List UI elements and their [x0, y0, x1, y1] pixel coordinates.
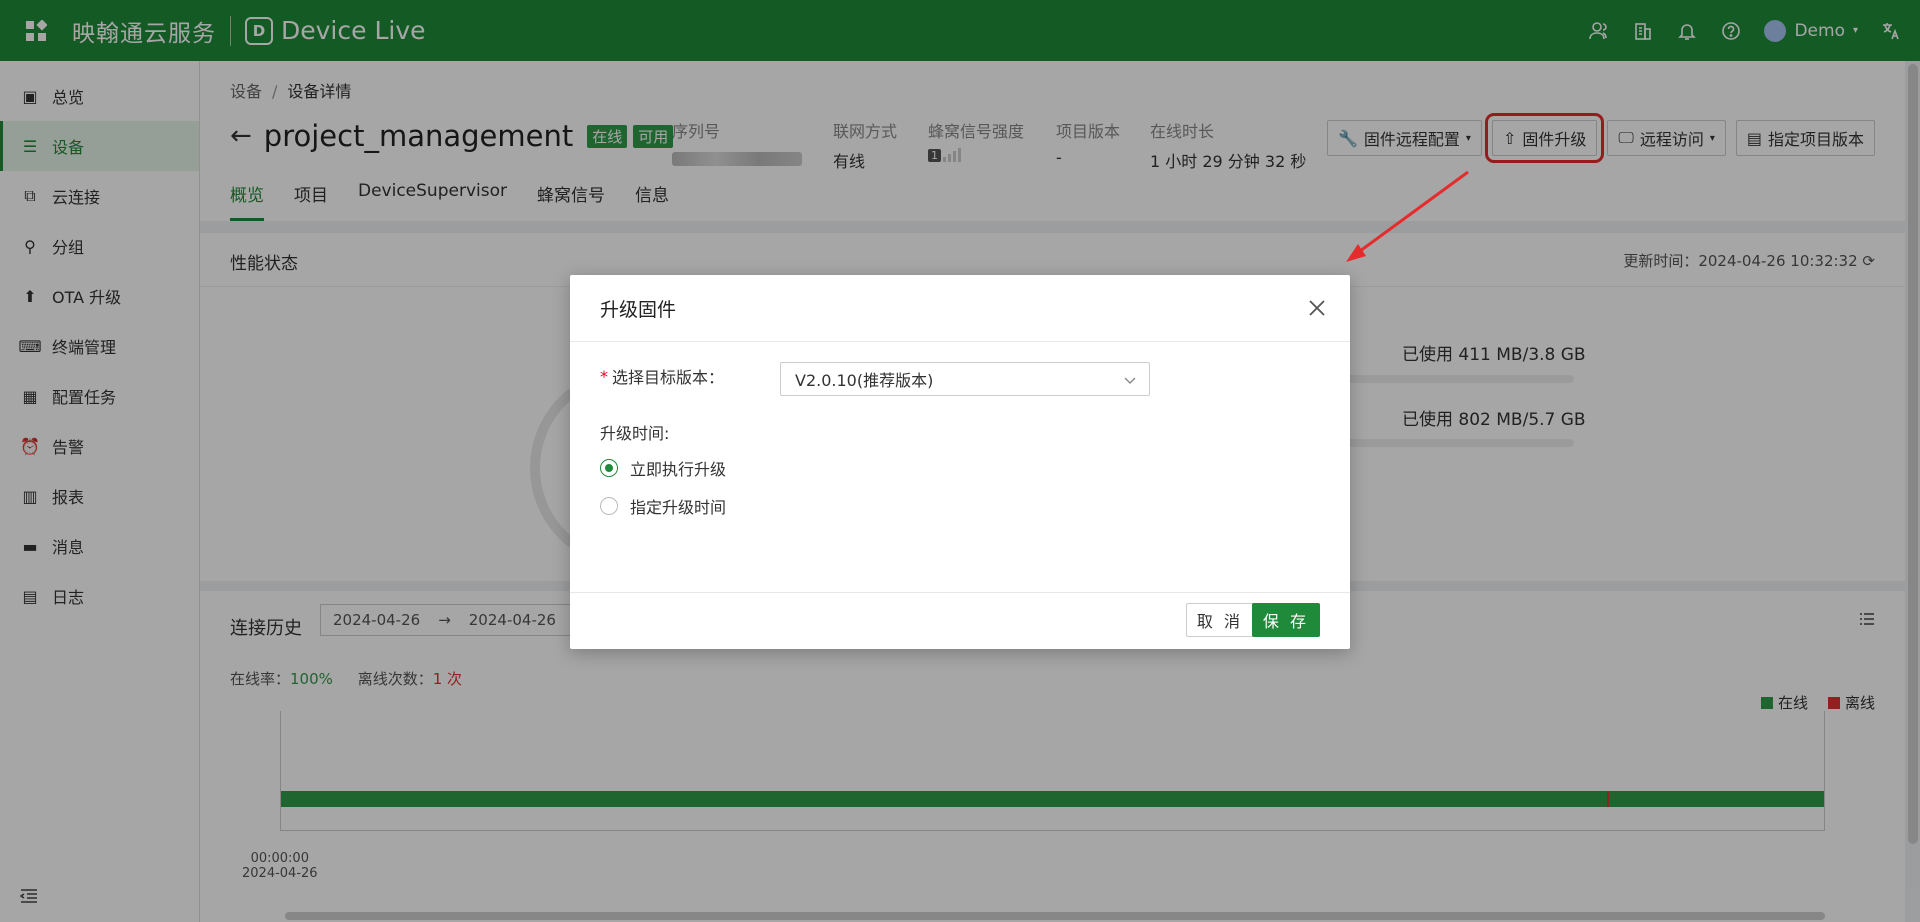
upgrade-time-label: 升级时间: — [600, 424, 670, 443]
target-version-label: * 选择目标版本： — [600, 366, 725, 388]
close-icon[interactable] — [1306, 297, 1328, 319]
radio-unchecked-icon — [600, 497, 618, 515]
dialog-footer: 取 消 保 存 — [570, 592, 1350, 649]
radio-checked-icon — [600, 459, 618, 477]
cancel-button[interactable]: 取 消 — [1185, 603, 1254, 637]
dialog-body: * 选择目标版本： V2.0.10(推荐版本) 升级时间: 立即执行升级 指定升… — [570, 342, 1350, 592]
radio-schedule-upgrade[interactable]: 指定升级时间 — [600, 494, 726, 518]
radio-upgrade-now[interactable]: 立即执行升级 — [600, 456, 726, 480]
dialog-header: 升级固件 — [570, 275, 1350, 342]
upgrade-firmware-dialog: 升级固件 * 选择目标版本： V2.0.10(推荐版本) 升级时间: 立即执行升… — [570, 275, 1350, 649]
target-version-select[interactable]: V2.0.10(推荐版本) — [780, 362, 1150, 396]
required-mark: * — [600, 366, 608, 386]
chevron-down-icon — [1123, 372, 1137, 391]
dialog-title: 升级固件 — [600, 298, 677, 321]
save-button[interactable]: 保 存 — [1251, 603, 1320, 637]
